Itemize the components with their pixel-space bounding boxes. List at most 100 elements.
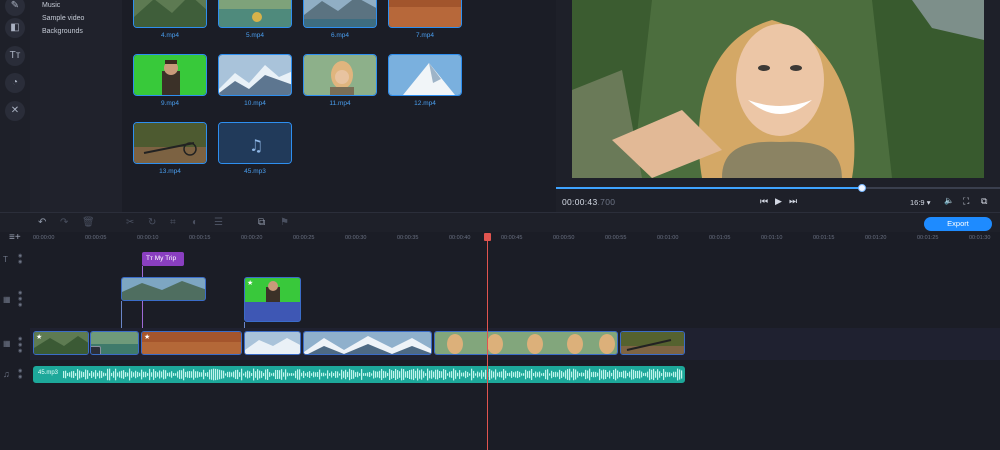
video-clip[interactable]: [303, 331, 432, 355]
effect-star-icon: ★: [247, 280, 254, 287]
media-tile-label: 11.mp4: [329, 100, 351, 107]
insert-icon[interactable]: ⧉: [258, 217, 265, 228]
track-visibility-icon[interactable]: ◉ ◉ ◉: [18, 290, 22, 308]
detach-preview-icon[interactable]: ⧉: [981, 196, 987, 207]
pen-icon[interactable]: ✎: [5, 0, 25, 16]
title-track-icon: T: [3, 255, 8, 264]
media-tile-label: 9.mp4: [160, 100, 180, 107]
ruler-tick: 00:00:10: [137, 235, 159, 241]
playhead[interactable]: [487, 238, 488, 450]
undo-icon[interactable]: ↶: [38, 217, 46, 228]
crop-icon[interactable]: ⌗: [170, 217, 176, 228]
aspect-ratio-value: 16:9: [910, 198, 925, 207]
category-music[interactable]: Music: [42, 2, 60, 9]
tools-icon[interactable]: ✕: [5, 101, 25, 121]
media-tile[interactable]: [133, 0, 207, 28]
titles-icon[interactable]: Tт: [5, 46, 25, 66]
stickers-icon[interactable]: ◔: [5, 73, 25, 93]
track-visibility-icon[interactable]: ◉ ◉: [18, 253, 22, 265]
color-adjust-icon[interactable]: ◐: [192, 217, 198, 228]
media-tile[interactable]: [388, 0, 462, 28]
tool-rail: ✎ ◧ Tт ◔ ✕: [0, 0, 30, 212]
video-clip[interactable]: [620, 331, 685, 355]
media-tile-label: 45.mp3: [244, 168, 266, 175]
timeline-toolbar: ↶ ↷ 🗑 ✂ ↻ ⌗ ◐ ☰ ⧉ ⚑ Export: [0, 212, 1000, 232]
overlay-clip-lake[interactable]: [121, 277, 206, 301]
add-track-icon[interactable]: ≡+: [9, 232, 21, 243]
media-tile-label: 5.mp4: [245, 32, 265, 39]
scrub-handle[interactable]: [858, 184, 867, 192]
media-tile-label: 4.mp4: [160, 32, 180, 39]
fullscreen-icon[interactable]: ⛶: [963, 196, 969, 207]
scrub-bar[interactable]: [556, 184, 1000, 192]
skip-forward-icon[interactable]: ⏭: [789, 196, 797, 207]
ruler-tick: 00:00:00: [33, 235, 55, 241]
ruler-tick: 00:00:20: [241, 235, 263, 241]
ruler-tick: 00:00:50: [553, 235, 575, 241]
overlay-link-line: [121, 301, 122, 329]
transitions-icon[interactable]: ◧: [5, 18, 25, 38]
ruler-tick: 00:00:15: [189, 235, 211, 241]
media-tile[interactable]: [388, 54, 462, 96]
timecode-main: 00:00:43: [562, 197, 598, 207]
skip-back-icon[interactable]: ⏮: [760, 196, 768, 207]
audio-track-icon: ♫: [3, 369, 10, 379]
media-categories: Music Sample video Backgrounds: [30, 0, 122, 212]
media-tile[interactable]: [303, 0, 377, 28]
title-icon: Tт: [146, 255, 155, 262]
audio-clip-label: 45.mp3: [38, 370, 59, 376]
video-clip[interactable]: ⟩: [90, 331, 139, 355]
category-sample-video[interactable]: Sample video: [42, 15, 84, 22]
video-clip[interactable]: ★: [141, 331, 242, 355]
playhead-handle[interactable]: [484, 233, 491, 241]
export-button[interactable]: Export: [924, 217, 992, 231]
audio-clip[interactable]: 45.mp3: [33, 366, 685, 383]
timecode: 00:00:43.700: [562, 197, 615, 207]
transition-icon[interactable]: ⟩: [91, 346, 101, 354]
video-clip[interactable]: [434, 331, 618, 355]
scrub-progress: [556, 187, 863, 189]
video-track-icon: ▦: [3, 339, 11, 348]
ruler-tick: 00:00:35: [397, 235, 419, 241]
ruler-tick: 00:00:45: [501, 235, 523, 241]
track-visibility-icon[interactable]: ◉ ◉: [18, 368, 22, 380]
ruler-tick: 00:00:30: [345, 235, 367, 241]
cut-icon[interactable]: ✂: [126, 217, 134, 228]
category-backgrounds[interactable]: Backgrounds: [42, 28, 83, 35]
ruler-tick: 00:00:25: [293, 235, 315, 241]
overlay-track-icon: ▦: [3, 295, 11, 304]
aspect-ratio-select[interactable]: 16:9 ▾: [910, 198, 930, 207]
track-visibility-icon[interactable]: ◉ ◉ ◉: [18, 336, 22, 354]
ruler-tick: 00:00:05: [85, 235, 107, 241]
media-tile[interactable]: [133, 122, 207, 164]
ruler-tick: 00:01:25: [917, 235, 939, 241]
title-clip[interactable]: Tт My Trip: [142, 252, 184, 266]
timecode-ms: .700: [597, 197, 616, 207]
media-tile-label: 10.mp4: [244, 100, 266, 107]
media-tile[interactable]: [218, 54, 292, 96]
preview-panel: 00:00:43.700 ⏮ ▶ ⏭ 16:9 ▾ 🔈 ⛶ ⧉: [556, 0, 1000, 212]
volume-icon[interactable]: 🔈: [944, 196, 954, 205]
title-clip-label: My Trip: [154, 255, 177, 262]
video-clip[interactable]: [244, 331, 301, 355]
clip-properties-icon[interactable]: ☰: [214, 217, 223, 228]
rotate-icon[interactable]: ↻: [148, 217, 156, 228]
play-icon[interactable]: ▶: [775, 196, 782, 207]
media-tile-audio[interactable]: ♫: [218, 122, 292, 164]
timeline-ruler[interactable]: ≡+ 00:00:00 00:00:05 00:00:10 00:00:15 0…: [0, 232, 1000, 246]
overlay-clip-greenscreen[interactable]: ★: [244, 277, 301, 322]
marker-icon[interactable]: ⚑: [280, 217, 289, 228]
ruler-tick: 00:01:05: [709, 235, 731, 241]
effect-star-icon: ★: [144, 334, 151, 341]
svg-text:♫: ♫: [249, 136, 263, 155]
media-tile[interactable]: [303, 54, 377, 96]
media-library: 4.mp4 5.mp4 6.mp4 7.mp4 9.mp4 10.mp4 11.…: [122, 0, 554, 212]
media-tile[interactable]: [218, 0, 292, 28]
redo-icon[interactable]: ↷: [60, 217, 68, 228]
media-tile-label: 13.mp4: [159, 168, 181, 175]
ruler-tick: 00:01:30: [969, 235, 991, 241]
media-tile-label: 12.mp4: [414, 100, 436, 107]
video-clip[interactable]: ★: [33, 331, 89, 355]
delete-icon[interactable]: 🗑: [82, 217, 95, 228]
media-tile[interactable]: [133, 54, 207, 96]
